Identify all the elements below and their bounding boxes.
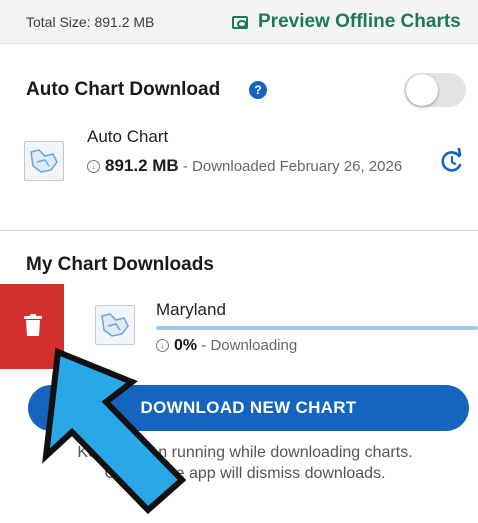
auto-chart-status: - Downloaded February 26, 2026	[178, 158, 403, 175]
download-status-icon: ↓	[156, 339, 169, 352]
download-note-line-1: Keep screen running while downloading ch…	[77, 444, 413, 461]
toggle-knob	[406, 74, 438, 106]
question-icon[interactable]: ?	[249, 81, 267, 99]
auto-download-toggle[interactable]	[404, 73, 466, 107]
chart-thumbnail-icon	[95, 305, 135, 345]
download-note-line-2: Closing the app will dismiss downloads.	[104, 465, 386, 482]
chart-download-meta: ↓ 0% - Downloading	[156, 337, 297, 355]
auto-chart-section: Auto Chart Download ? Auto Chart ↓ 891.2 …	[0, 45, 478, 231]
download-percent: 0%	[174, 337, 198, 354]
top-bar: Total Size: 891.2 MB Preview Offline Cha…	[0, 0, 478, 44]
download-new-chart-button[interactable]: DOWNLOAD NEW CHART	[28, 385, 469, 431]
chart-download-row[interactable]: Maryland ↓ 0% - Downloading	[64, 284, 478, 369]
auto-chart-name: Auto Chart	[87, 127, 169, 146]
trash-icon	[24, 314, 42, 336]
chart-name: Maryland	[156, 300, 226, 319]
download-status: - Downloading	[197, 337, 298, 354]
delete-download-button[interactable]	[0, 284, 64, 369]
preview-offline-charts-button[interactable]: Preview Offline Charts	[232, 9, 461, 35]
chart-thumbnail-icon	[24, 141, 64, 181]
auto-chart-download-title: Auto Chart Download	[26, 79, 221, 100]
map-preview-icon	[232, 15, 248, 29]
download-status-icon: ↓	[87, 160, 100, 173]
total-size-label: Total Size: 891.2 MB	[26, 14, 155, 30]
auto-chart-meta: ↓ 891.2 MB - Downloaded February 26, 2026	[87, 156, 417, 176]
download-note: Keep screen running while downloading ch…	[20, 442, 470, 484]
download-progress-bar	[156, 326, 478, 330]
refresh-icon[interactable]	[439, 148, 465, 174]
my-chart-downloads-title: My Chart Downloads	[26, 254, 214, 275]
preview-offline-charts-label: Preview Offline Charts	[258, 11, 461, 32]
auto-chart-size: 891.2 MB	[105, 156, 179, 175]
